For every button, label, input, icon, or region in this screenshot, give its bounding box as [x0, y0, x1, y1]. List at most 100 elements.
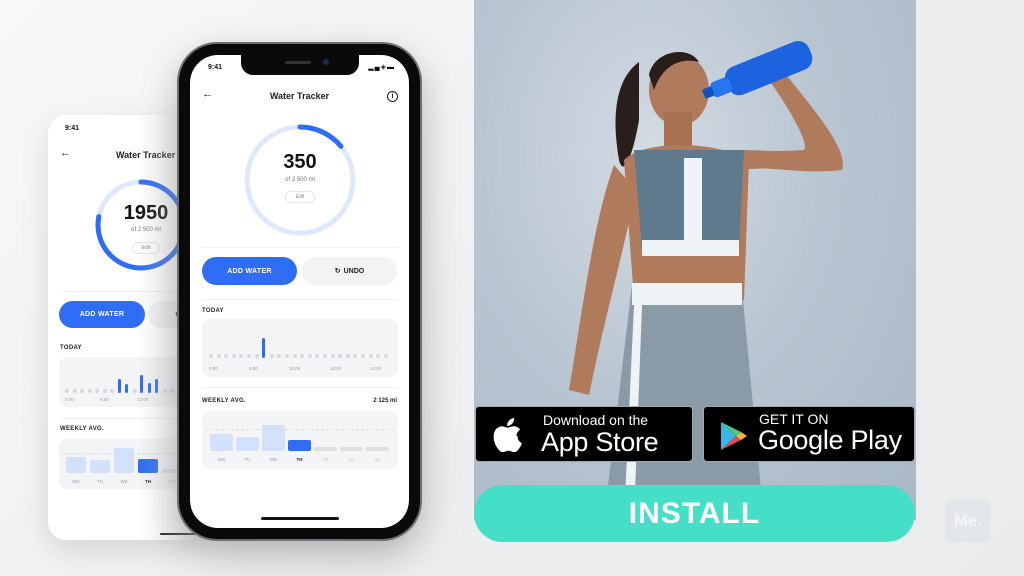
hour-dot — [368, 354, 373, 358]
edit-button[interactable]: Edit — [285, 191, 315, 203]
bar-su — [366, 447, 389, 451]
hour-dot — [132, 389, 137, 393]
ring-value: 350 — [283, 151, 317, 173]
weekly-label: WEEKLY AVG. — [60, 426, 104, 432]
hour-dot — [65, 389, 69, 393]
hour-dot — [110, 389, 114, 393]
hour-dot — [102, 389, 107, 393]
undo-button[interactable]: ↻ UNDO — [302, 257, 397, 285]
hour-dot — [292, 354, 297, 358]
hour-dot — [315, 354, 320, 358]
intake-bar — [140, 375, 143, 393]
hour-dot — [162, 389, 167, 393]
tick-label: 24:00 — [370, 366, 382, 371]
undo-icon: ↻ — [334, 268, 341, 275]
google-play-small-text: GET IT ON — [759, 411, 829, 427]
divider — [202, 247, 398, 248]
weekly-label: WEEKLY AVG. — [202, 398, 246, 404]
hour-dot — [285, 354, 289, 358]
hour-dot — [231, 354, 236, 358]
add-water-button[interactable]: ADD WATER — [202, 257, 297, 285]
app-store-big-text: App Store — [541, 427, 659, 457]
install-button[interactable]: INSTALL — [474, 485, 915, 542]
intake-bar — [155, 379, 158, 393]
bar-th — [288, 440, 311, 451]
hour-dot — [330, 354, 335, 358]
add-water-button[interactable]: ADD WATER — [59, 301, 145, 328]
day-label: TH — [296, 457, 303, 462]
hour-dot — [361, 354, 365, 358]
status-time: 9:41 — [208, 64, 223, 71]
intake-bar — [262, 338, 266, 358]
tick-label: 12:00 — [137, 397, 149, 402]
hour-dot — [269, 354, 274, 358]
hour-dot — [239, 354, 244, 358]
hour-dot — [300, 354, 305, 358]
divider — [60, 291, 198, 292]
camera — [322, 59, 329, 65]
day-label: TU — [97, 479, 103, 484]
today-chart: 0:00 6:00 12:00 18:00 — [59, 357, 198, 407]
status-time: 9:41 — [65, 125, 80, 132]
day-label: TU — [244, 457, 251, 462]
hour-dot — [254, 354, 259, 358]
day-label: FR — [322, 457, 329, 462]
day-label: WE — [269, 457, 278, 462]
hour-dot — [87, 389, 92, 393]
day-label: MO — [217, 457, 226, 462]
day-label: SA — [348, 457, 355, 462]
bar-fr — [314, 447, 337, 451]
front-phone: 9:41 ▂▄◈▬ ← Water Tracker i 350 of 2 500… — [179, 44, 420, 539]
tick-label: 12:00 — [289, 366, 301, 371]
today-chart: 0:00 6:00 12:00 18:00 24:00 — [202, 319, 398, 377]
battery-icon: ▬ — [387, 64, 395, 71]
hour-dot — [72, 389, 77, 393]
intake-bar — [147, 383, 151, 393]
hour-dot — [338, 354, 343, 358]
weekly-chart: MO TU WE TH FR SA SU — [202, 411, 398, 469]
tick-label: 18:00 — [330, 366, 342, 371]
home-indicator — [160, 533, 198, 535]
nav-title: Water Tracker — [269, 91, 330, 101]
hour-dot — [209, 354, 213, 358]
home-indicator — [260, 517, 339, 520]
bar-mo — [210, 434, 233, 451]
divider — [202, 299, 398, 300]
hour-dot — [277, 354, 282, 358]
app-store-badge[interactable]: Download on the App Store — [475, 406, 693, 462]
today-label: TODAY — [202, 308, 224, 314]
day-label: WE — [120, 479, 128, 484]
progress-ring — [95, 179, 187, 271]
weekly-value: 2 125 ml — [373, 398, 397, 404]
back-phone-screen: 9:41 ← Water Tracker 1950 of 2 500 ml Ed… — [48, 115, 198, 540]
hour-dot — [80, 389, 84, 393]
day-label: SU — [374, 457, 381, 462]
info-icon[interactable]: i — [387, 91, 398, 102]
edit-button[interactable]: Edit — [132, 242, 160, 254]
bar-tu — [236, 437, 259, 451]
hour-dot — [95, 389, 99, 393]
average-line — [206, 429, 394, 430]
ring-goal: of 2 500 ml — [285, 177, 315, 183]
hour-dot — [307, 354, 312, 358]
app-store-small-text: Download on the — [543, 412, 649, 428]
hour-dot — [376, 354, 381, 358]
apple-icon — [493, 418, 522, 452]
today-label: TODAY — [60, 345, 82, 351]
google-play-badge[interactable]: GET IT ON Google Play — [703, 406, 915, 462]
bar-tu — [90, 460, 110, 473]
brand-logo: Me. — [946, 499, 990, 542]
status-icons: ▂▄◈▬ — [368, 63, 395, 71]
back-arrow-icon[interactable]: ← — [60, 148, 71, 159]
hour-dot — [216, 354, 221, 358]
tick-label: 0:00 — [209, 366, 218, 371]
undo-label: UNDO — [343, 267, 365, 275]
bar-th — [138, 459, 158, 473]
hour-dot — [170, 389, 174, 393]
tick-label: 6:00 — [100, 397, 109, 402]
tick-label: 0:00 — [65, 397, 74, 402]
bar-sa — [340, 447, 363, 451]
tick-label: 6:00 — [249, 366, 258, 371]
front-phone-screen: 9:41 ▂▄◈▬ ← Water Tracker i 350 of 2 500… — [190, 55, 409, 528]
back-arrow-icon[interactable]: ← — [202, 89, 213, 100]
